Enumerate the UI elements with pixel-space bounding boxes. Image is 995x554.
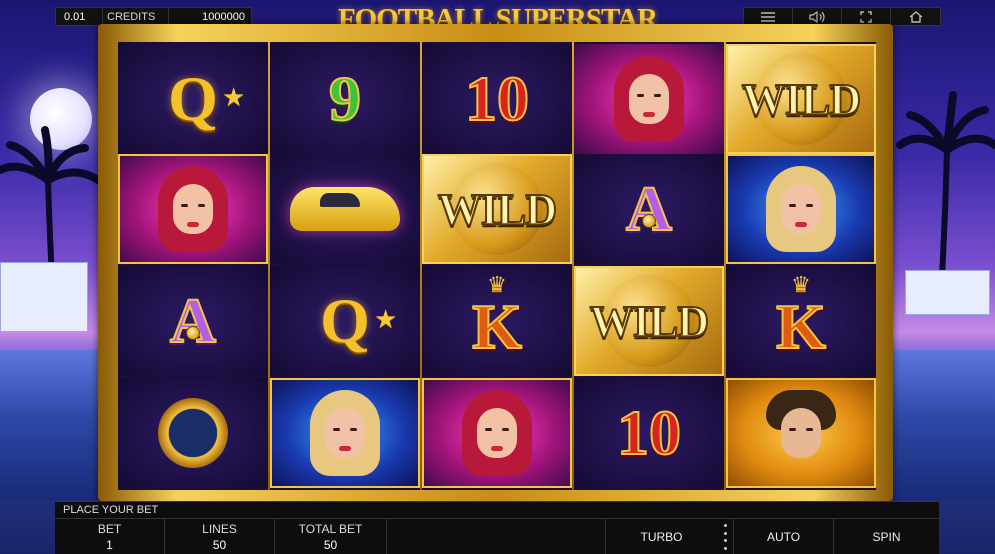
reel-2-symbol-1: 9 <box>270 44 420 154</box>
reel-1-symbol-3: A <box>118 266 268 376</box>
house-left <box>0 262 88 332</box>
reel-5-symbol-1: WILD <box>726 44 876 154</box>
lines-value: 50 <box>212 538 227 552</box>
turbo-button[interactable]: TURBO <box>605 519 717 554</box>
reel-4-symbol-1 <box>574 44 724 154</box>
more-options-icon[interactable] <box>722 524 728 550</box>
woman-blonde-symbol <box>766 166 836 252</box>
reel-2-symbol-2 <box>270 154 420 264</box>
symbol-q: Q <box>320 285 370 356</box>
symbol-q: Q <box>168 63 218 134</box>
crown-icon: ♛ <box>791 272 811 297</box>
reel-4-symbol-3: WILD <box>574 266 724 376</box>
reel-3-symbol-1: 10 <box>422 44 572 154</box>
crown-icon: ♛ <box>487 272 507 297</box>
wild-symbol: WILD <box>589 296 710 347</box>
reel-5-symbol-2 <box>726 154 876 264</box>
star-icon: ★ <box>222 82 246 112</box>
lines-control[interactable]: LINES 50 <box>165 519 275 554</box>
football-gem-icon <box>186 326 200 340</box>
reel-1-symbol-4 <box>118 378 268 488</box>
bet-label: BET <box>97 522 122 536</box>
woman-blonde-symbol <box>310 390 380 476</box>
symbol-a: A <box>169 285 217 356</box>
lines-label: LINES <box>202 522 237 536</box>
woman-redhead-symbol <box>158 166 228 252</box>
menu-icon[interactable] <box>744 8 793 25</box>
footballer-symbol <box>766 390 836 476</box>
symbol-9: 9 <box>328 63 362 134</box>
stake-value[interactable]: 0.01 <box>56 8 103 25</box>
total-bet-display: TOTAL BET 50 <box>275 519 387 554</box>
reel-5-symbol-3: ♛ K <box>726 266 876 376</box>
reel-2-symbol-3: Q ★ <box>270 266 420 376</box>
reel-2-symbol-4 <box>270 378 420 488</box>
bet-control[interactable]: BET 1 <box>55 519 165 554</box>
total-bet-value: 50 <box>323 538 338 552</box>
woman-redhead-symbol <box>614 56 684 142</box>
volume-icon[interactable] <box>793 8 842 25</box>
house-right <box>905 270 990 315</box>
reel-4-symbol-2: A <box>574 154 724 264</box>
wild-symbol: WILD <box>437 184 558 235</box>
fullscreen-icon[interactable] <box>842 8 891 25</box>
credits-label: CREDITS <box>103 8 169 25</box>
symbol-10: 10 <box>464 63 530 134</box>
credits-value: 1000000 <box>202 10 245 23</box>
watch-symbol <box>144 398 242 468</box>
status-message: PLACE YOUR BET <box>55 502 939 519</box>
spin-button[interactable]: SPIN <box>833 519 939 554</box>
reel-3-symbol-4 <box>422 378 572 488</box>
reel-1-symbol-2 <box>118 154 268 264</box>
home-icon[interactable] <box>891 8 940 25</box>
reel-5-symbol-4 <box>726 378 876 488</box>
car-symbol <box>290 187 400 231</box>
reel-4-symbol-4: 10 <box>574 378 724 488</box>
bottom-bar: PLACE YOUR BET BET 1 LINES 50 TOTAL BET … <box>55 501 939 554</box>
symbol-a: A <box>625 173 673 244</box>
reel-1-symbol-1: Q ★ <box>118 44 268 154</box>
symbol-10: 10 <box>616 397 682 468</box>
reel-3-symbol-2: WILD <box>422 154 572 264</box>
wild-symbol: WILD <box>741 74 862 125</box>
bet-value: 1 <box>106 538 113 552</box>
symbol-k: K <box>775 291 827 362</box>
woman-redhead-symbol <box>462 390 532 476</box>
total-bet-label: TOTAL BET <box>298 522 363 536</box>
football-gem-icon <box>642 214 656 228</box>
reel-3-symbol-3: ♛ K <box>422 266 572 376</box>
symbol-k: K <box>471 291 523 362</box>
auto-button[interactable]: AUTO <box>733 519 833 554</box>
star-icon: ★ <box>374 304 398 334</box>
